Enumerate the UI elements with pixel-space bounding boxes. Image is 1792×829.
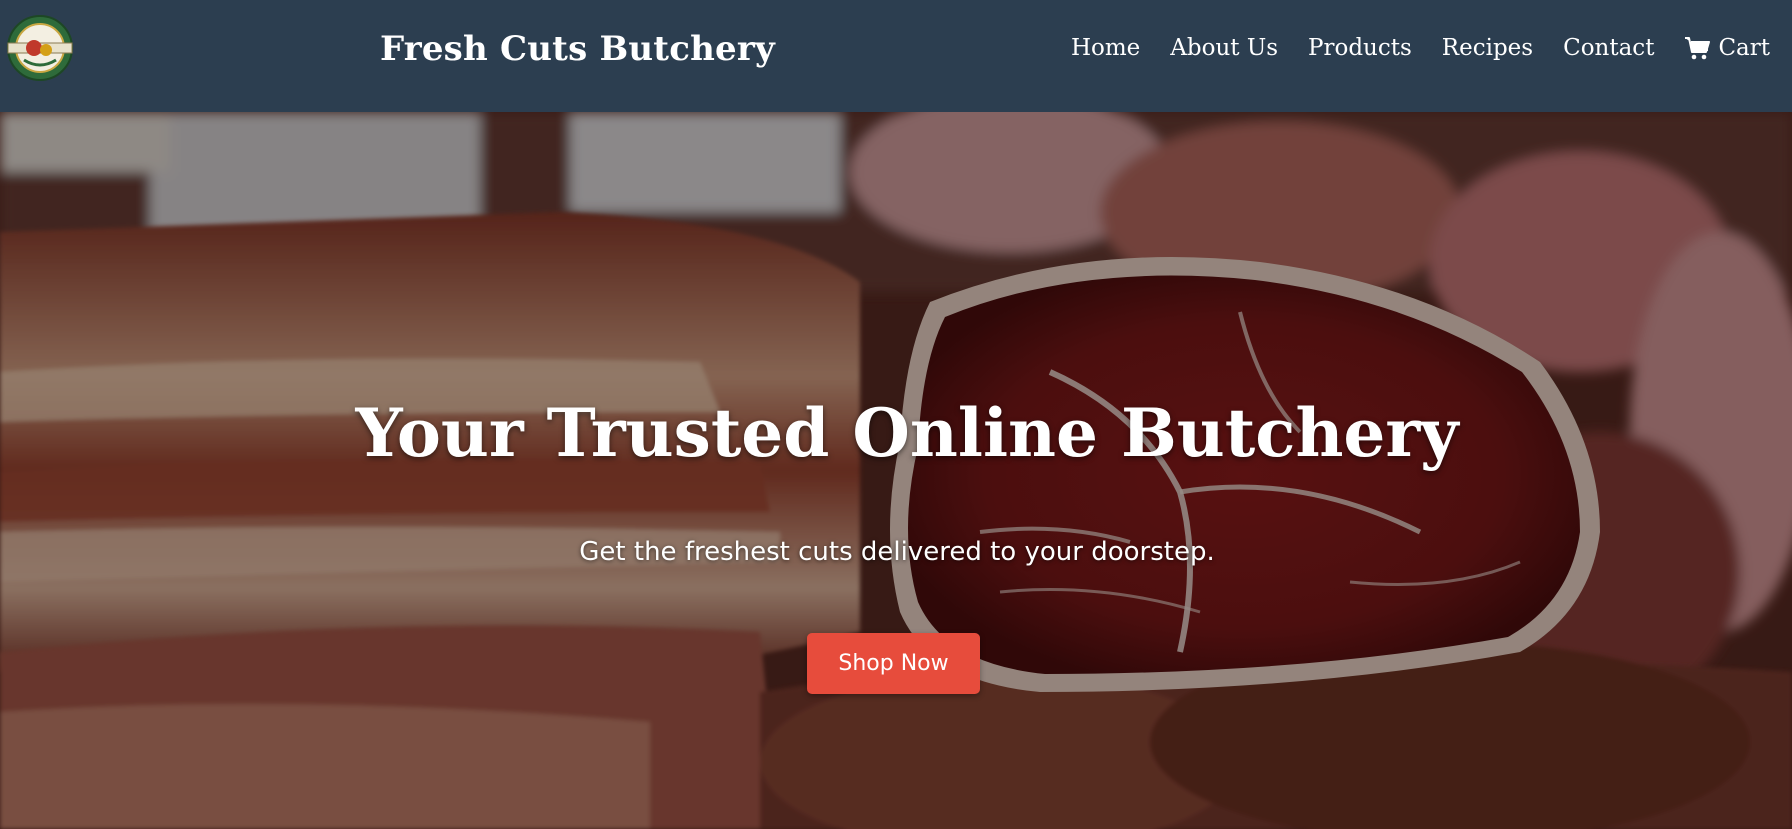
hero-content: Your Trusted Online Butchery Get the fre… — [0, 112, 1792, 829]
brand-name[interactable]: Fresh Cuts Butchery — [380, 0, 775, 98]
hero-title: Your Trusted Online Butchery — [355, 394, 1459, 472]
nav-about-us[interactable]: About Us — [1170, 35, 1278, 61]
site-header: Fresh Cuts Butchery Home About Us Produc… — [0, 0, 1792, 112]
nav-home[interactable]: Home — [1071, 35, 1140, 61]
shop-now-button[interactable]: Shop Now — [807, 633, 980, 694]
nav-products[interactable]: Products — [1308, 35, 1412, 61]
nav-cart[interactable]: Cart — [1684, 35, 1770, 61]
nav-cart-label: Cart — [1718, 35, 1770, 61]
nav-recipes[interactable]: Recipes — [1442, 35, 1533, 61]
nav-contact[interactable]: Contact — [1563, 35, 1654, 61]
cart-icon — [1684, 36, 1711, 60]
butchery-logo-icon[interactable] — [4, 14, 76, 82]
main-nav: Home About Us Products Recipes Contact C… — [1071, 0, 1770, 96]
hero-subtitle: Get the freshest cuts delivered to your … — [579, 537, 1215, 567]
hero-section: Your Trusted Online Butchery Get the fre… — [0, 112, 1792, 829]
